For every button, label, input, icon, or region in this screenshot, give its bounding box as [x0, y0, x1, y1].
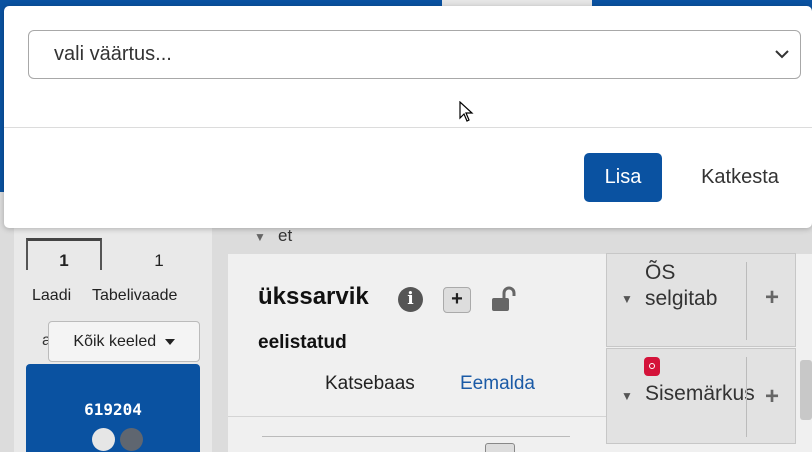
scrollbar[interactable] [800, 360, 812, 420]
card-id: 619204 [84, 400, 142, 419]
add-icon[interactable]: + [757, 383, 787, 411]
preferred-label: eelistatud [258, 332, 347, 353]
collapse-triangle-icon: ▼ [621, 389, 633, 403]
remove-link[interactable]: Eemalda [460, 373, 535, 395]
side-box-explanation[interactable]: ▼ ÕS selgitab + [606, 253, 796, 347]
divider [228, 416, 606, 417]
status-dot-light [92, 428, 115, 451]
language-dropdown-label: Kõik keeled [73, 333, 157, 350]
caret-down-icon [164, 338, 175, 345]
tab-laadi-label[interactable]: Laadi [32, 287, 71, 305]
status-dot-dark [120, 428, 143, 451]
unlock-icon[interactable] [490, 284, 520, 314]
tab-tabelivaade-count[interactable]: 1 [144, 238, 174, 270]
add-value-dialog: vali väärtus... Lisa Katkesta [4, 6, 812, 228]
left-panel: 1 1 Laadi Tabelivaade a Kõik keeled 6192… [14, 228, 212, 452]
divider [262, 436, 570, 437]
select-value: vali väärtus... [54, 43, 172, 65]
side-box-internal-note[interactable]: ▼ Sisemärkus + [606, 348, 796, 444]
language-row[interactable]: ▼ et [228, 226, 812, 254]
mouse-cursor-icon [459, 101, 474, 122]
record-badge-icon [644, 357, 660, 376]
cancel-button[interactable]: Katkesta [680, 153, 800, 202]
main-panel: ▼ et ükssarvik i + eelistatud Katsebaas … [228, 226, 812, 452]
divider [746, 357, 747, 437]
edit-icon[interactable] [485, 443, 515, 452]
side-box-label: ÕS selgitab [645, 261, 718, 310]
test-db-link[interactable]: Katsebaas [325, 373, 415, 395]
dialog-divider [4, 127, 812, 128]
language-dropdown-button[interactable]: Kõik keeled [48, 321, 200, 362]
tab-laadi-count[interactable]: 1 [26, 238, 102, 270]
term-title: ükssarvik [258, 283, 369, 310]
add-button[interactable]: Lisa [584, 153, 662, 202]
collapse-triangle-icon: ▼ [621, 292, 633, 306]
language-code: et [278, 226, 293, 245]
divider [746, 262, 747, 340]
side-box-label: Sisemärkus [645, 382, 755, 405]
tab-tabelivaade-label[interactable]: Tabelivaade [92, 287, 177, 305]
collapse-triangle-icon: ▼ [254, 230, 266, 244]
add-icon[interactable]: + [757, 284, 787, 312]
result-card[interactable]: 619204 [26, 364, 200, 452]
add-button[interactable]: + [443, 287, 471, 313]
value-select[interactable]: vali väärtus... [28, 30, 801, 79]
chevron-down-icon [775, 50, 789, 59]
info-icon[interactable]: i [398, 287, 423, 312]
